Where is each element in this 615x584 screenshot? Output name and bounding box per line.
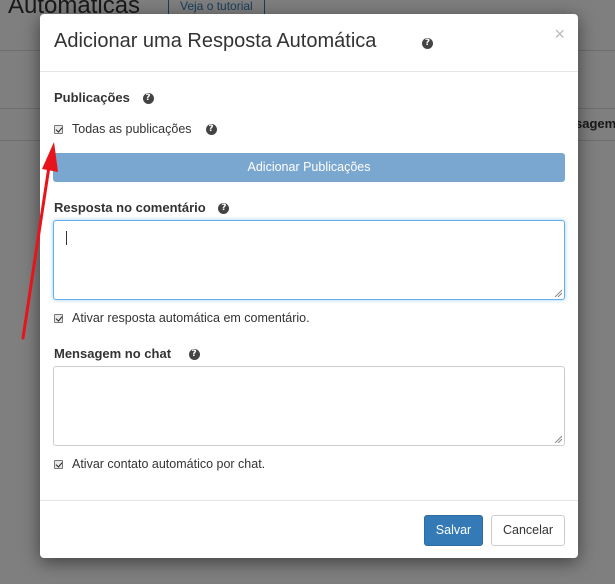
publications-label-text: Publicações [54,90,130,105]
modal-title: Adicionar uma Resposta Automática [54,30,377,52]
enable-chat-contact-label: Ativar contato automático por chat. [72,457,266,471]
help-icon[interactable]: ? [218,203,230,215]
comment-reply-label-text: Resposta no comentário [54,200,206,215]
resize-grip-icon[interactable] [554,435,562,443]
help-icon[interactable]: ? [205,123,217,135]
help-icon[interactable]: ? [142,93,154,105]
modal-footer: Salvar Cancelar [40,500,578,558]
help-icon[interactable]: ? [422,38,433,49]
save-button[interactable]: Salvar [424,515,483,546]
enable-comment-reply-checkbox[interactable] [54,313,63,323]
enable-chat-contact-row: Ativar contato automático por chat. [54,457,265,471]
help-icon[interactable]: ? [188,349,200,361]
cancel-button[interactable]: Cancelar [491,515,565,546]
modal-header: Adicionar uma Resposta Automática ? × [40,14,578,72]
auto-reply-modal: Adicionar uma Resposta Automática ? × Pu… [40,14,578,558]
all-publications-checkbox[interactable] [54,124,63,134]
enable-comment-reply-label: Ativar resposta automática em comentário… [72,311,310,325]
publications-label: Publicações ? [54,90,154,105]
chat-message-label-text: Mensagem no chat [54,346,172,361]
comment-reply-textarea[interactable] [53,220,565,300]
all-publications-label: Todas as publicações [72,122,192,136]
all-publications-row: Todas as publicações ? [54,122,217,136]
text-caret [66,231,67,245]
enable-comment-reply-row: Ativar resposta automática em comentário… [54,311,310,325]
chat-message-textarea[interactable] [53,366,565,446]
comment-reply-label: Resposta no comentário ? [54,200,230,215]
resize-grip-icon[interactable] [554,289,562,297]
enable-chat-contact-checkbox[interactable] [54,459,63,469]
add-publications-button[interactable]: Adicionar Publicações [53,153,565,182]
close-button[interactable]: × [554,25,565,43]
chat-message-label: Mensagem no chat ? [54,346,200,361]
